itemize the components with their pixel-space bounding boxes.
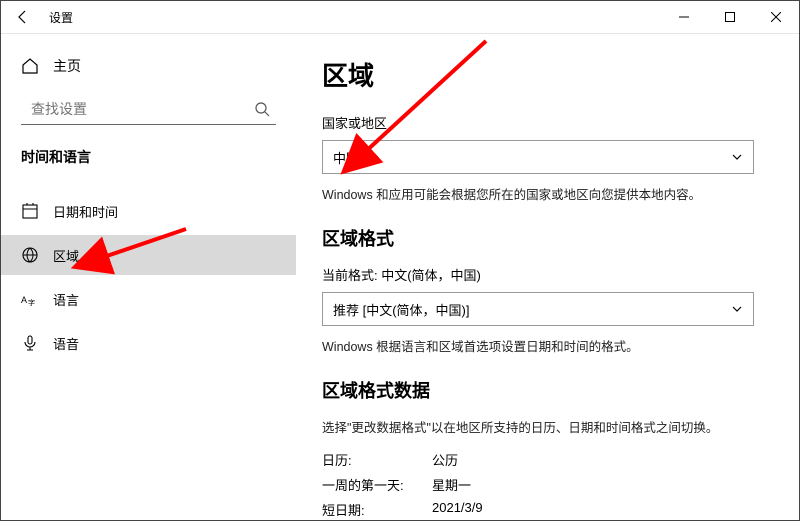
sidebar: 主页 时间和语言 日期和时间 (1, 34, 296, 521)
globe-icon (21, 246, 39, 264)
data-row: 一周的第一天: 星期一 (322, 475, 773, 494)
data-heading: 区域格式数据 (322, 377, 773, 403)
data-key: 短日期: (322, 500, 432, 519)
nav-item-label: 语音 (53, 334, 79, 353)
format-data-grid: 日历: 公历 一周的第一天: 星期一 短日期: 2021/3/9 (322, 450, 773, 519)
maximize-button[interactable] (707, 1, 753, 33)
close-icon (771, 12, 781, 22)
nav-item-datetime[interactable]: 日期和时间 (21, 191, 276, 231)
home-label: 主页 (53, 56, 81, 76)
minimize-button[interactable] (661, 1, 707, 33)
current-format-label: 当前格式: 中文(简体，中国) (322, 265, 773, 284)
nav-item-label: 区域 (53, 246, 79, 265)
country-dropdown[interactable]: 中国 (322, 140, 754, 174)
data-desc: 选择"更改数据格式"以在地区所支持的日历、日期和时间格式之间切换。 (322, 417, 773, 436)
data-row: 日历: 公历 (322, 450, 773, 469)
calendar-icon (21, 202, 39, 220)
format-value: 推荐 [中文(简体，中国)] (333, 300, 470, 319)
svg-text:字: 字 (28, 298, 35, 307)
language-icon: A字 (21, 290, 39, 308)
chevron-down-icon (731, 303, 743, 315)
data-value: 2021/3/9 (432, 500, 483, 519)
home-link[interactable]: 主页 (21, 56, 276, 76)
country-desc: Windows 和应用可能会根据您所在的国家或地区向您提供本地内容。 (322, 184, 773, 203)
data-value: 公历 (432, 450, 458, 469)
nav-item-speech[interactable]: 语音 (21, 323, 276, 363)
country-value: 中国 (333, 148, 359, 167)
nav-item-language[interactable]: A字 语言 (21, 279, 276, 319)
category-heading: 时间和语言 (21, 147, 276, 167)
nav-list: 日期和时间 区域 A字 语言 (21, 191, 276, 367)
format-dropdown[interactable]: 推荐 [中文(简体，中国)] (322, 292, 754, 326)
search-box[interactable] (21, 94, 276, 125)
page-heading: 区域 (322, 56, 773, 93)
close-button[interactable] (753, 1, 799, 33)
settings-window: 设置 主页 时间和语言 (0, 0, 800, 521)
maximize-icon (725, 12, 735, 22)
data-key: 一周的第一天: (322, 475, 432, 494)
data-key: 日历: (322, 450, 432, 469)
microphone-icon (21, 334, 39, 352)
data-row: 短日期: 2021/3/9 (322, 500, 773, 519)
minimize-icon (679, 12, 689, 22)
country-label: 国家或地区 (322, 113, 773, 132)
window-title: 设置 (45, 9, 73, 26)
format-heading: 区域格式 (322, 225, 773, 251)
nav-item-label: 语言 (53, 290, 79, 309)
svg-text:A: A (21, 295, 27, 305)
format-desc: Windows 根据语言和区域首选项设置日期和时间的格式。 (322, 336, 773, 355)
data-value: 星期一 (432, 475, 471, 494)
nav-item-region[interactable]: 区域 (1, 235, 296, 275)
back-button[interactable] (1, 1, 45, 33)
arrow-left-icon (15, 9, 31, 25)
search-icon (254, 101, 270, 117)
search-input[interactable] (29, 100, 254, 118)
chevron-down-icon (731, 151, 743, 163)
home-icon (21, 57, 39, 75)
content-area: 主页 时间和语言 日期和时间 (1, 34, 799, 521)
titlebar: 设置 (1, 1, 799, 34)
main-panel: 区域 国家或地区 中国 Windows 和应用可能会根据您所在的国家或地区向您提… (296, 34, 799, 521)
nav-item-label: 日期和时间 (53, 202, 118, 221)
